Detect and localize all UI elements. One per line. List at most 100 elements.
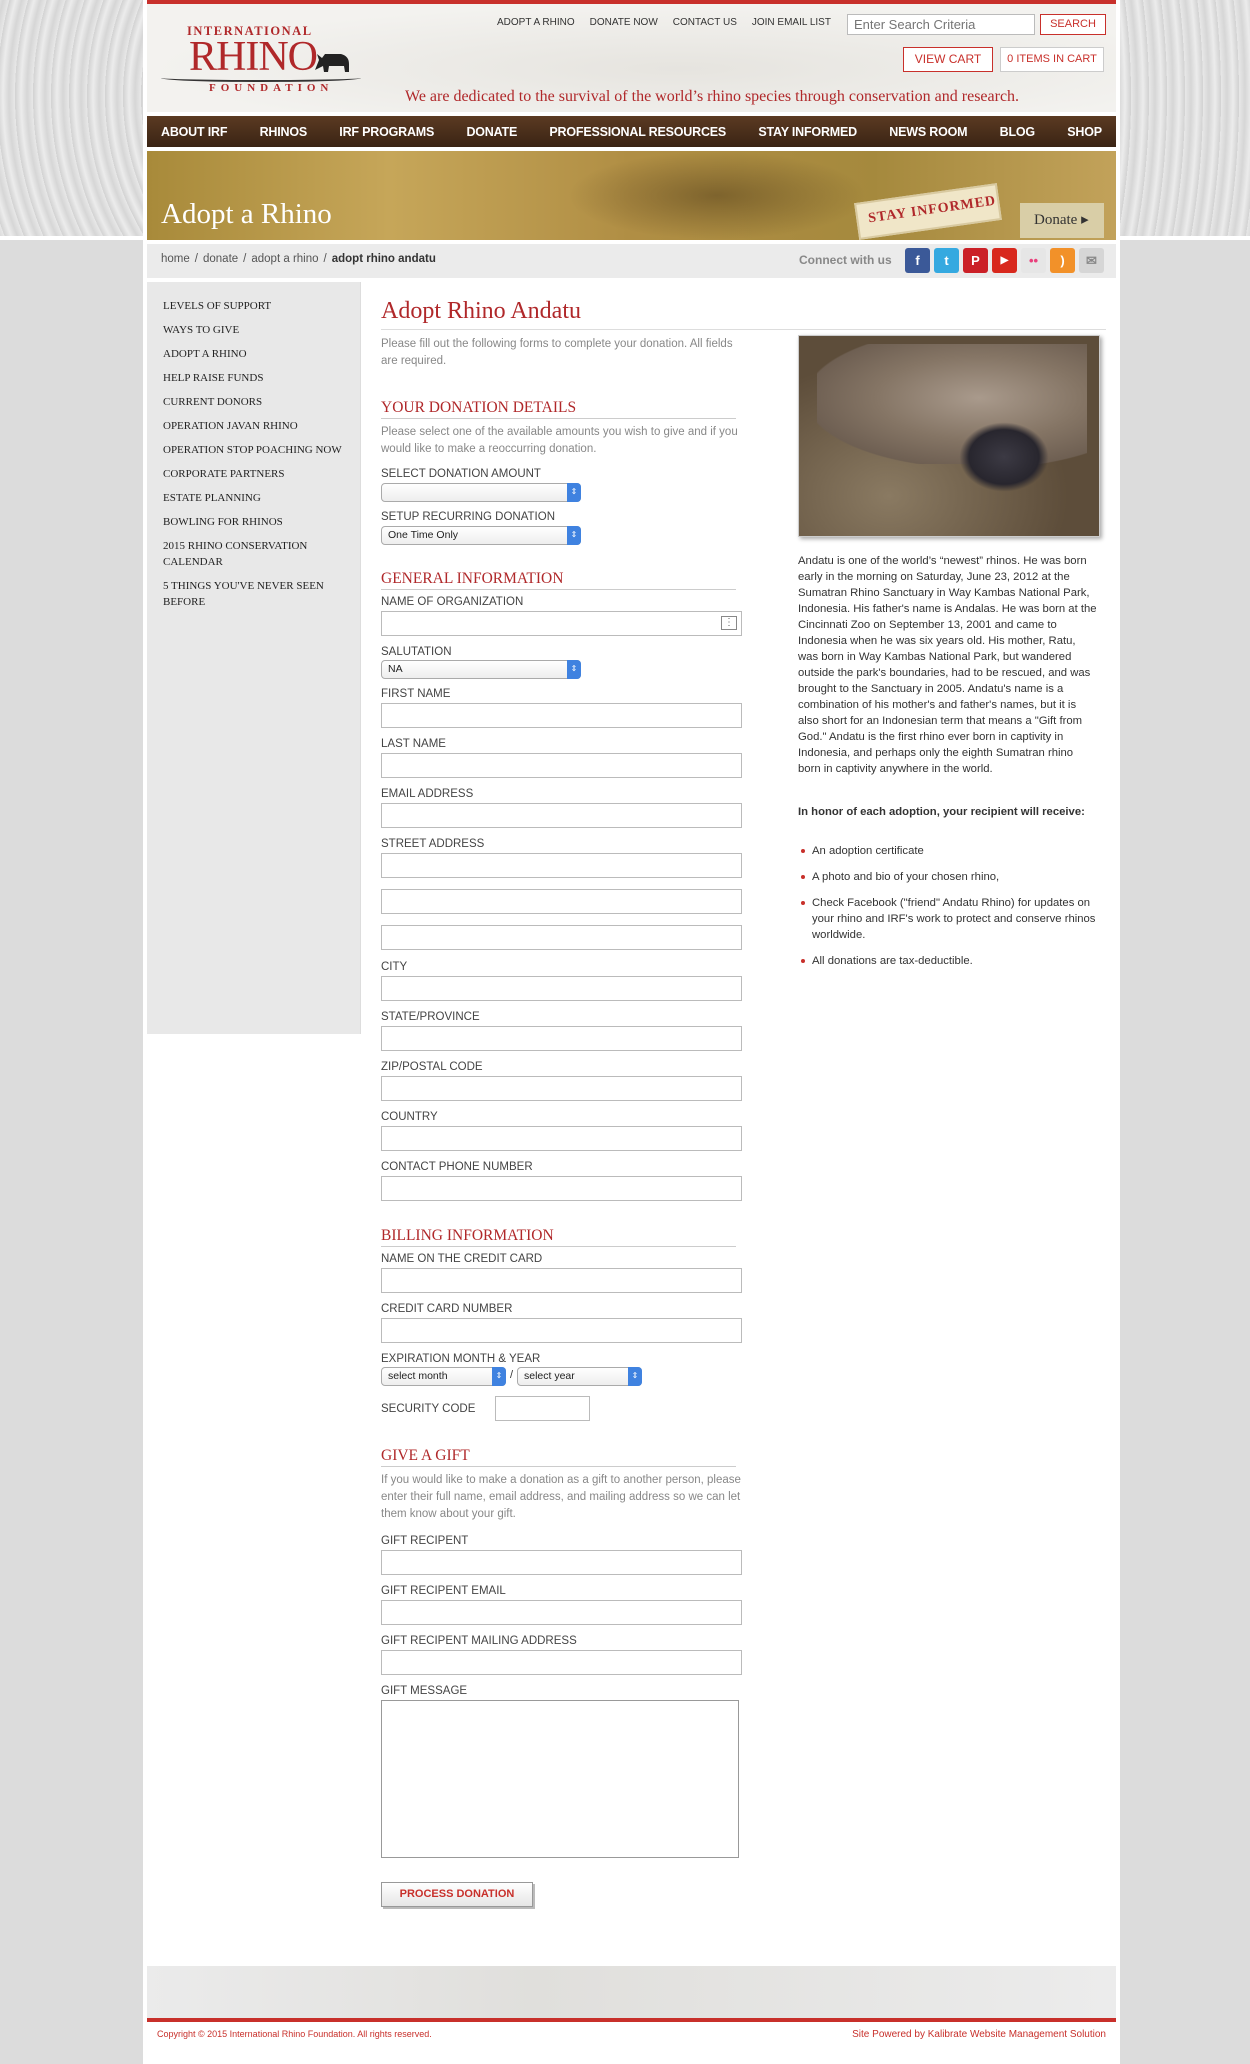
rss-icon[interactable]: ) [1050,248,1075,273]
pinterest-icon[interactable]: P [963,248,988,273]
gift-heading: GIVE A GIFT [381,1447,736,1467]
state-field[interactable] [381,1026,742,1051]
email-icon[interactable]: ✉ [1079,248,1104,273]
top-link-contact[interactable]: CONTACT US [673,17,737,28]
gift-recipient-field[interactable] [381,1550,742,1575]
youtube-icon[interactable]: ▶ [992,248,1017,273]
select-arrow-icon: ⇕ [492,1367,506,1386]
security-code-field[interactable] [495,1396,590,1421]
zip-field[interactable] [381,1076,742,1101]
nav-shop[interactable]: SHOP [1067,125,1102,139]
page-wrapper: INTERNATIONAL RHINO FOUNDATION ADOPT A R… [143,0,1120,2064]
autofill-icon: ⋮ [721,616,737,630]
nav-professional-resources[interactable]: PROFESSIONAL RESOURCES [549,125,726,139]
select-arrow-icon: ⇕ [567,483,581,502]
organization-field[interactable]: ⋮ [381,611,742,636]
nav-rhinos[interactable]: RHINOS [260,125,308,139]
cart-count[interactable]: 0 ITEMS IN CART [1000,47,1104,72]
twitter-icon[interactable]: t [934,248,959,273]
search-button[interactable]: SEARCH [1040,14,1106,35]
email-label: EMAIL ADDRESS [381,788,474,800]
gift-email-label: GIFT RECIPENT EMAIL [381,1585,506,1597]
sidebar-item-five-things[interactable]: 5 THINGS YOU'VE NEVER SEEN BEFORE [147,578,360,610]
security-code-label: SECURITY CODE [381,1403,476,1415]
nav-news-room[interactable]: NEWS ROOM [889,125,967,139]
sidebar-item-adopt[interactable]: ADOPT A RHINO [147,346,360,362]
card-name-field[interactable] [381,1268,742,1293]
facebook-icon[interactable]: f [905,248,930,273]
select-arrow-icon: ⇕ [567,526,581,545]
logo-line3: FOUNDATION [209,82,334,94]
street-field-1[interactable] [381,853,742,878]
nav-donate[interactable]: DONATE [466,125,517,139]
street-field-3[interactable] [381,925,742,950]
gift-address-field[interactable] [381,1650,742,1675]
sidebar: LEVELS OF SUPPORT WAYS TO GIVE ADOPT A R… [147,282,361,1034]
sidebar-item-donors[interactable]: CURRENT DONORS [147,394,360,410]
breadcrumb-bar: home / donate / adopt a rhino / adopt rh… [147,244,1116,278]
top-link-donate[interactable]: DONATE NOW [590,17,658,28]
sidebar-item-bowling[interactable]: BOWLING FOR RHINOS [147,514,360,530]
andatu-photo [798,335,1100,537]
banner-title: Adopt a Rhino [161,198,332,230]
sidebar-item-poaching[interactable]: OPERATION STOP POACHING NOW [147,442,360,458]
first-name-field[interactable] [381,703,742,728]
irf-logo[interactable]: INTERNATIONAL RHINO FOUNDATION [161,22,371,102]
city-field[interactable] [381,976,742,1001]
crumb-adopt[interactable]: adopt a rhino [251,253,318,265]
last-name-field[interactable] [381,753,742,778]
select-arrow-icon: ⇕ [628,1367,642,1386]
gift-message-field[interactable] [381,1700,739,1858]
sidebar-item-ways[interactable]: WAYS TO GIVE [147,322,360,338]
state-label: STATE/PROVINCE [381,1011,480,1023]
search-input[interactable] [847,14,1035,35]
first-name-label: FIRST NAME [381,688,451,700]
connect-label: Connect with us [799,253,892,267]
amount-label: SELECT DONATION AMOUNT [381,468,541,480]
expiration-month-select[interactable]: select month ⇕ [381,1367,506,1386]
salutation-select[interactable]: NA ⇕ [381,660,581,679]
view-cart-button[interactable]: VIEW CART [903,47,993,72]
site-header: INTERNATIONAL RHINO FOUNDATION ADOPT A R… [147,0,1116,112]
recurring-select[interactable]: One Time Only ⇕ [381,526,581,545]
card-number-field[interactable] [381,1318,742,1343]
country-field[interactable] [381,1126,742,1151]
sidebar-item-levels[interactable]: LEVELS OF SUPPORT [147,298,360,314]
nav-blog[interactable]: BLOG [1000,125,1036,139]
flickr-icon[interactable]: •• [1021,248,1046,273]
crumb-current: adopt rhino andatu [331,253,436,265]
page-title: Adopt Rhino Andatu [381,298,1106,330]
crumb-home[interactable]: home [161,253,190,265]
stay-informed-badge[interactable]: STAY INFORMED [854,183,1002,240]
zip-label: ZIP/POSTAL CODE [381,1061,483,1073]
banner-donate-button[interactable]: Donate ▸ [1020,203,1104,238]
last-name-label: LAST NAME [381,738,446,750]
powered-by-link[interactable]: Site Powered by Kalibrate Website Manage… [852,2029,1106,2040]
top-link-adopt[interactable]: ADOPT A RHINO [497,17,575,28]
nav-programs[interactable]: IRF PROGRAMS [339,125,434,139]
nav-stay-informed[interactable]: STAY INFORMED [758,125,857,139]
main-nav: ABOUT IRF RHINOS IRF PROGRAMS DONATE PRO… [147,116,1116,147]
street-field-2[interactable] [381,889,742,914]
sidebar-item-partners[interactable]: CORPORATE PARTNERS [147,466,360,482]
country-label: COUNTRY [381,1111,438,1123]
sidebar-item-calendar[interactable]: 2015 RHINO CONSERVATION CALENDAR [147,538,360,570]
donation-amount-select[interactable]: ⇕ [381,483,581,502]
gift-email-field[interactable] [381,1600,742,1625]
donation-heading: YOUR DONATION DETAILS [381,399,736,419]
phone-field[interactable] [381,1176,742,1201]
email-field[interactable] [381,803,742,828]
process-donation-button[interactable]: PROCESS DONATION [381,1882,533,1907]
sidebar-item-estate[interactable]: ESTATE PLANNING [147,490,360,506]
billing-heading: BILLING INFORMATION [381,1227,736,1247]
crumb-donate[interactable]: donate [203,253,238,265]
sidebar-item-raise-funds[interactable]: HELP RAISE FUNDS [147,370,360,386]
page-banner: Adopt a Rhino STAY INFORMED Donate ▸ [147,151,1116,240]
nav-about[interactable]: ABOUT IRF [161,125,227,139]
top-link-email-list[interactable]: JOIN EMAIL LIST [752,17,831,28]
list-item: A photo and bio of your chosen rhino, [798,869,1098,885]
form-intro: Please fill out the following forms to c… [381,338,733,367]
sidebar-item-javan[interactable]: OPERATION JAVAN RHINO [147,418,360,434]
list-item: Check Facebook ("friend" Andatu Rhino) f… [798,895,1098,943]
expiration-year-select[interactable]: select year ⇕ [517,1367,642,1386]
